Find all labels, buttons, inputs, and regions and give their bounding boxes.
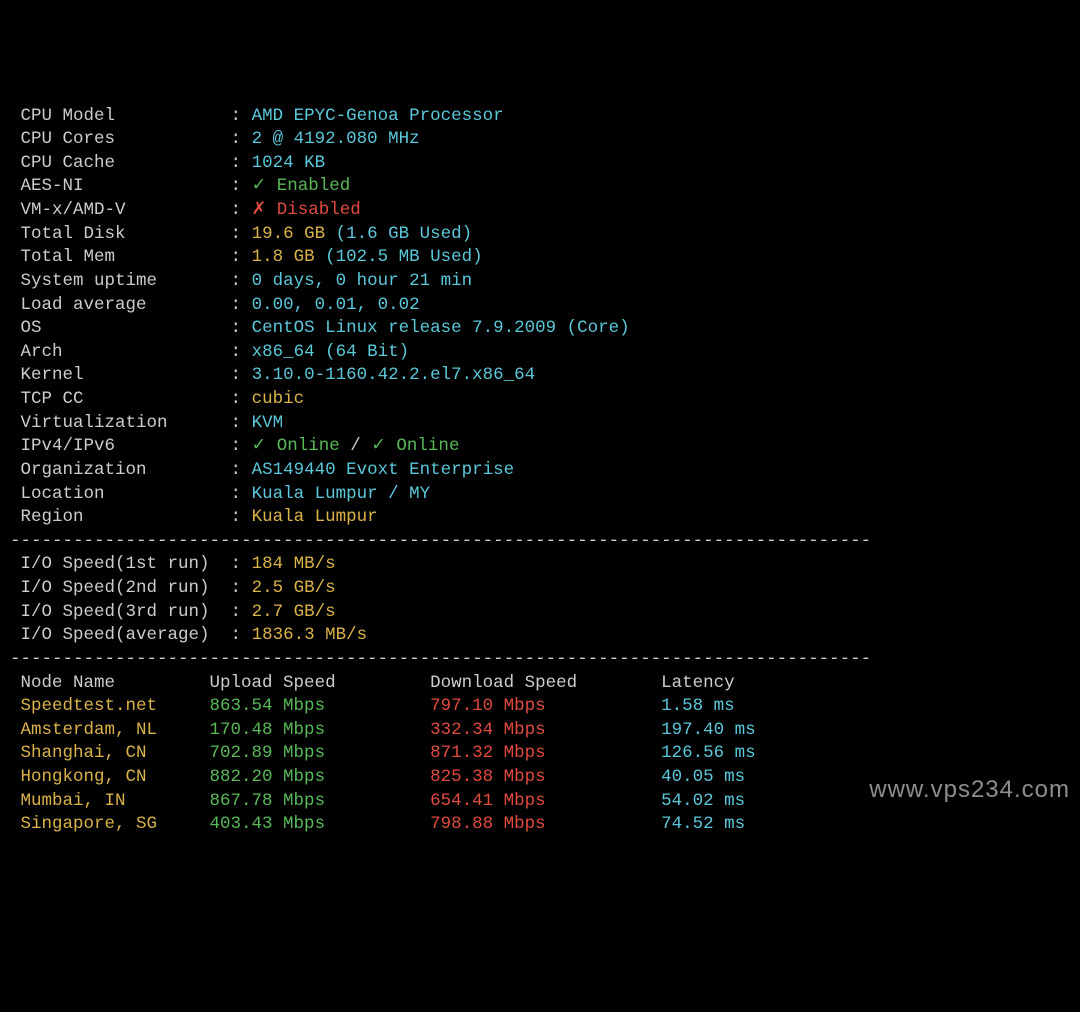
io-row: I/O Speed(1st run) : 184 MB/s [10, 553, 1070, 577]
speed-row: Speedtest.net 863.54 Mbps 797.10 Mbps 1.… [10, 695, 1070, 719]
info-row: System uptime : 0 days, 0 hour 21 min [10, 270, 1070, 294]
info-row: TCP CC : cubic [10, 388, 1070, 412]
info-row: Total Disk : 19.6 GB (1.6 GB Used) [10, 223, 1070, 247]
info-row: CPU Cores : 2 @ 4192.080 MHz [10, 128, 1070, 152]
info-row: CPU Cache : 1024 KB [10, 152, 1070, 176]
info-row: Region : Kuala Lumpur [10, 506, 1070, 530]
info-row: OS : CentOS Linux release 7.9.2009 (Core… [10, 317, 1070, 341]
speed-header: Node Name Upload Speed Download Speed La… [10, 672, 1070, 696]
info-row: VM-x/AMD-V : ✗ Disabled [10, 199, 1070, 223]
io-row: I/O Speed(2nd run) : 2.5 GB/s [10, 577, 1070, 601]
info-row: AES-NI : ✓ Enabled [10, 175, 1070, 199]
watermark-text: www.vps234.com [869, 774, 1070, 806]
info-row: Load average : 0.00, 0.01, 0.02 [10, 294, 1070, 318]
divider: ----------------------------------------… [10, 648, 1070, 672]
info-row: Arch : x86_64 (64 Bit) [10, 341, 1070, 365]
info-row: Virtualization : KVM [10, 412, 1070, 436]
speed-row: Amsterdam, NL 170.48 Mbps 332.34 Mbps 19… [10, 719, 1070, 743]
divider: ----------------------------------------… [10, 530, 1070, 554]
info-row: Location : Kuala Lumpur / MY [10, 483, 1070, 507]
info-row: Total Mem : 1.8 GB (102.5 MB Used) [10, 246, 1070, 270]
speed-row: Singapore, SG 403.43 Mbps 798.88 Mbps 74… [10, 813, 1070, 837]
info-row: IPv4/IPv6 : ✓ Online / ✓ Online [10, 435, 1070, 459]
io-row: I/O Speed(average) : 1836.3 MB/s [10, 624, 1070, 648]
terminal-output: CPU Model : AMD EPYC-Genoa Processor CPU… [10, 105, 1070, 837]
io-row: I/O Speed(3rd run) : 2.7 GB/s [10, 601, 1070, 625]
speed-row: Shanghai, CN 702.89 Mbps 871.32 Mbps 126… [10, 742, 1070, 766]
info-row: Organization : AS149440 Evoxt Enterprise [10, 459, 1070, 483]
info-row: Kernel : 3.10.0-1160.42.2.el7.x86_64 [10, 364, 1070, 388]
info-row: CPU Model : AMD EPYC-Genoa Processor [10, 105, 1070, 129]
